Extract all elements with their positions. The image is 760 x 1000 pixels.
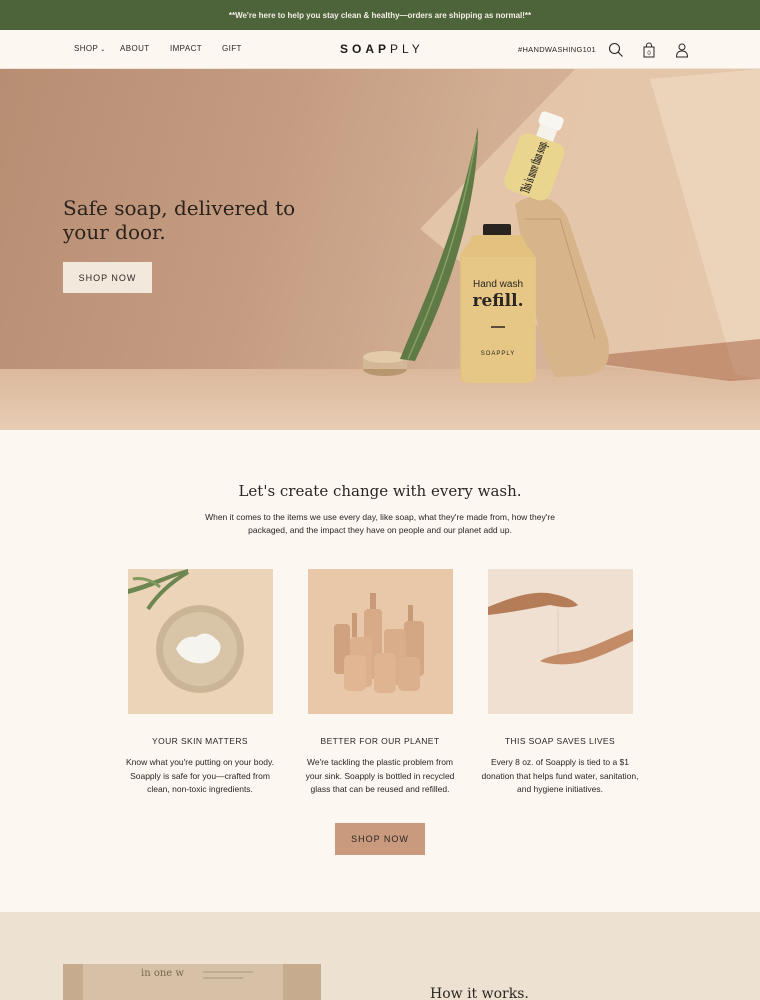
logo-bold: SOAP — [340, 42, 391, 56]
feature-planet-image — [308, 569, 453, 714]
nav-about[interactable]: ABOUT — [120, 44, 150, 53]
announcement-bar: **We're here to help you stay clean & he… — [0, 0, 760, 30]
feature-lives-text: Every 8 oz. of Soapply is tied to a $1 d… — [481, 757, 639, 794]
cart-icon[interactable]: 0 — [640, 41, 658, 59]
nav-shop[interactable]: SHOP ⌄ — [74, 44, 106, 53]
feature-skin-title: YOUR SKIN MATTERS — [152, 736, 248, 746]
feature-skin-image — [128, 569, 273, 714]
nav-impact[interactable]: IMPACT — [170, 44, 202, 53]
feature-lives-title: THIS SOAP SAVES LIVES — [504, 736, 616, 746]
bottle-label-line1: Hand wash — [473, 279, 523, 290]
chevron-down-icon: ⌄ — [100, 47, 106, 53]
how-it-works-title: How it works. — [430, 986, 529, 1000]
cart-count: 0 — [647, 51, 651, 57]
feature-planet-text: We're tackling the plastic problem from … — [305, 757, 455, 794]
mission-title: Let's create change with every wash. — [238, 482, 522, 500]
shop-now-button[interactable]: SHOP NOW — [335, 823, 425, 855]
feature-skin: YOUR SKIN MATTERS Know what you're putti… — [120, 569, 280, 797]
hero-product-image: This is more than soap. Hand wash refill… — [363, 69, 760, 383]
feature-lives-image — [488, 569, 633, 714]
hero-banner: This is more than soap. Hand wash refill… — [0, 69, 760, 430]
site-header: SHOP ⌄ ABOUT IMPACT GIFT SOAPPLY #HANDWAS… — [0, 30, 760, 69]
box-print-text: in one w — [141, 968, 184, 979]
bottle-label-line2: refill. — [473, 291, 524, 311]
logo[interactable]: SOAPPLY — [340, 42, 424, 56]
feature-planet: BETTER FOR OUR PLANET We're tackling the… — [300, 569, 460, 797]
nav-gift[interactable]: GIFT — [222, 44, 242, 53]
feature-skin-text: Know what you're putting on your body. S… — [126, 757, 274, 794]
logo-light: PLY — [390, 42, 424, 56]
hero-title: Safe soap, delivered to your door. — [63, 196, 296, 244]
nav-shop-label: SHOP — [74, 44, 99, 53]
bottle-brand: SOAPPLY — [481, 351, 516, 357]
how-it-works-section: in one w How it works. — [0, 912, 760, 1000]
account-icon[interactable] — [673, 41, 691, 59]
search-icon[interactable] — [607, 41, 625, 59]
nav-handwashing101[interactable]: #HANDWASHING101 — [518, 45, 596, 54]
mission-text: When it comes to the items we use every … — [205, 512, 555, 535]
how-it-works-image: in one w — [63, 964, 321, 1000]
feature-lives: THIS SOAP SAVES LIVES Every 8 oz. of Soa… — [480, 569, 640, 797]
hero-shop-now-button[interactable]: SHOP NOW — [63, 262, 152, 293]
feature-planet-title: BETTER FOR OUR PLANET — [320, 736, 440, 746]
